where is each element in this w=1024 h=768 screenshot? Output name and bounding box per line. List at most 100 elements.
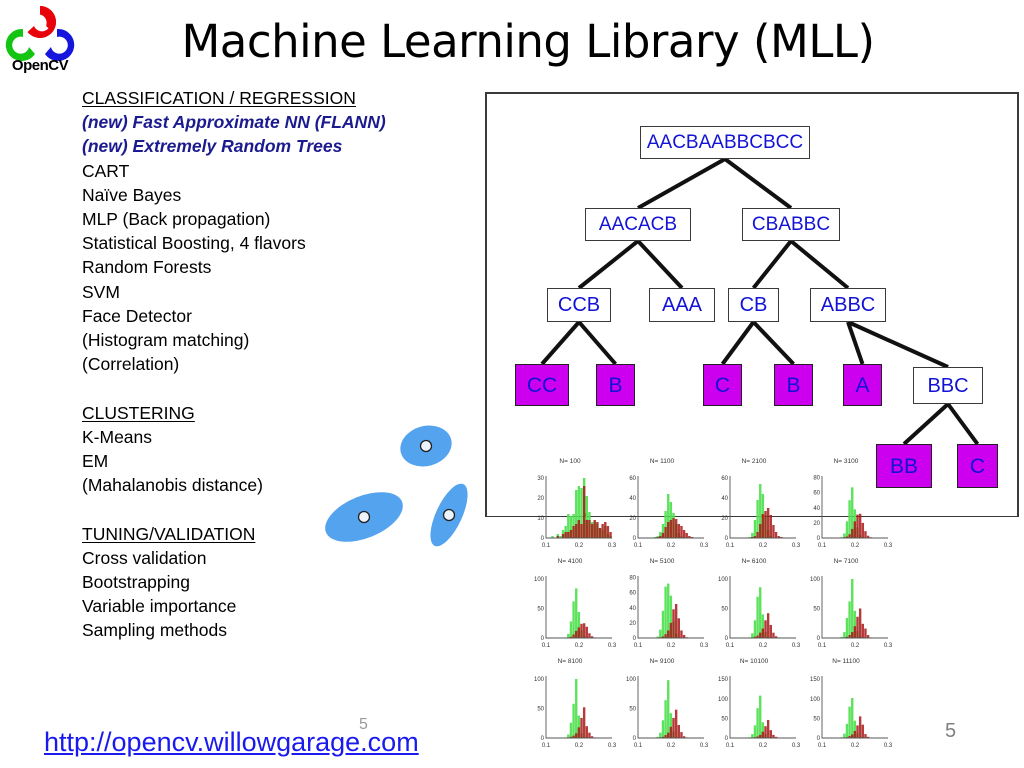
- algorithm-item: (new) Fast Approximate NN (FLANN): [82, 112, 386, 133]
- histogram-bar: [667, 583, 670, 638]
- histogram-svg: 0 20 40 60 80 0.1 0.2 0.3: [629, 576, 708, 649]
- histogram-ytick: 150: [810, 677, 821, 683]
- histogram-ytick: 100: [810, 697, 821, 703]
- opencv-url-link[interactable]: http://opencv.willowgarage.com: [44, 726, 419, 758]
- histogram-bar: [659, 629, 662, 638]
- histogram-ytick: 100: [626, 677, 637, 683]
- histogram-ytick: 100: [534, 577, 545, 583]
- tree-leaf-node: A: [843, 364, 882, 406]
- tree-internal-node: CCB: [547, 288, 611, 322]
- histogram-bar: [851, 697, 854, 738]
- histogram-ytick: 100: [718, 577, 729, 583]
- histogram-bar: [564, 532, 567, 538]
- histogram-xtick: 0.1: [726, 743, 735, 749]
- histogram-bar: [664, 586, 667, 638]
- histogram-bar: [661, 533, 665, 538]
- histogram-xtick: 0.3: [884, 543, 892, 549]
- histogram-panel: N= 7100 0 50 100 0.1 0.2 0.3: [800, 558, 892, 658]
- histogram-ytick: 80: [813, 476, 820, 482]
- histogram-bar: [582, 486, 586, 538]
- histogram-svg: 0 50 100 150 0.1 0.2 0.3: [810, 676, 892, 749]
- histogram-bar: [575, 678, 578, 738]
- histogram-title: N= 4100: [557, 558, 583, 565]
- section-heading: CLASSIFICATION / REGRESSION: [82, 88, 356, 108]
- tree-edge: [636, 239, 684, 290]
- algorithm-item: CART: [82, 160, 130, 181]
- histogram-bar: [682, 634, 686, 638]
- histogram-ytick: 0: [725, 536, 729, 542]
- histogram-bar: [585, 726, 588, 738]
- histogram-bar: [858, 608, 862, 638]
- histogram-panel: N= 3100 0 20 40 60 80 0.1 0.2 0.3: [800, 458, 892, 558]
- histogram-bar: [682, 530, 686, 538]
- algorithm-item: (new) Extremely Random Trees: [82, 136, 343, 157]
- histogram-bar: [572, 634, 575, 638]
- histogram-ytick: 0: [633, 636, 637, 642]
- histogram-ytick: 40: [813, 506, 820, 512]
- histogram-ytick: 50: [721, 606, 728, 612]
- histogram-bar: [677, 524, 680, 538]
- histogram-ytick: 0: [725, 636, 729, 642]
- histogram-bar: [861, 623, 864, 638]
- histogram-bar: [766, 719, 770, 738]
- cluster-ellipses-svg: [325, 425, 468, 547]
- histogram-xtick: 0.1: [634, 643, 643, 649]
- histogram-ytick: 0: [725, 736, 729, 742]
- histogram-ytick: 50: [537, 706, 544, 712]
- algorithm-item: Sampling methods: [82, 620, 227, 641]
- histogram-panel: N= 100 0 10 20 30 0.1 0.2 0.3: [524, 458, 616, 558]
- histogram-bar: [764, 726, 767, 738]
- histogram-xtick: 0.1: [542, 643, 551, 649]
- histogram-bar: [853, 521, 857, 538]
- histogram-xtick: 0.1: [542, 743, 551, 749]
- histogram-bar: [761, 628, 765, 638]
- histogram-bar: [674, 603, 678, 638]
- histogram-bar: [664, 527, 667, 538]
- tree-edge: [637, 157, 726, 210]
- histogram-bar: [848, 706, 851, 738]
- histogram-bar: [667, 680, 670, 738]
- histogram-ytick: 20: [721, 516, 728, 522]
- histogram-xtick: 0.1: [818, 743, 827, 749]
- histogram-panel: N= 9100 0 50 100 0.1 0.2 0.3: [616, 658, 708, 758]
- histogram-bar: [575, 630, 578, 638]
- opencv-logo: OpenCV: [2, 2, 78, 78]
- histogram-ytick: 60: [629, 591, 636, 597]
- histogram-bar: [598, 528, 602, 538]
- decision-tree-panel: AACBAABBCBCC AACACB CBABBC CCB AAA CB ABBC CC B C…: [485, 92, 1019, 517]
- histogram-svg: 0 20 40 60 80 0.1 0.2 0.3: [813, 476, 892, 549]
- histogram-bar: [582, 707, 586, 738]
- histogram-title: N= 8100: [557, 658, 583, 665]
- tree-internal-node: AACACB: [585, 208, 691, 241]
- histogram-bar: [672, 518, 675, 538]
- histogram-ytick: 20: [813, 521, 820, 527]
- histogram-ytick: 0: [633, 536, 637, 542]
- histogram-bar: [667, 522, 670, 538]
- histogram-bar: [759, 524, 762, 538]
- histogram-title: N= 2100: [741, 458, 767, 465]
- histogram-bar: [843, 632, 846, 638]
- histogram-ytick: 30: [537, 476, 544, 482]
- histogram-bar: [769, 730, 772, 738]
- histogram-svg: 0 50 100 0.1 0.2 0.3: [626, 676, 708, 749]
- tree-leaf-node: B: [596, 364, 635, 406]
- histogram-svg: 0 50 100 0.1 0.2 0.3: [810, 576, 892, 649]
- histogram-title: N= 7100: [833, 558, 859, 565]
- histogram-ytick: 0: [817, 736, 821, 742]
- histogram-bar: [858, 716, 862, 738]
- algorithm-item: Face Detector: [82, 305, 192, 326]
- histogram-xtick: 0.3: [792, 743, 800, 749]
- histogram-bar: [672, 609, 675, 638]
- histogram-bar: [680, 526, 683, 538]
- histogram-xtick: 0.2: [851, 543, 860, 549]
- histogram-ytick: 80: [629, 576, 636, 582]
- histogram-bar: [577, 627, 581, 638]
- histogram-bar: [759, 734, 762, 738]
- histogram-bar: [569, 621, 573, 638]
- histogram-bar: [856, 616, 859, 638]
- histogram-xtick: 0.3: [608, 543, 616, 549]
- histogram-bar: [753, 620, 757, 638]
- histogram-ytick: 100: [534, 677, 545, 683]
- histogram-bar: [843, 733, 846, 738]
- algorithm-list: CLASSIFICATION / REGRESSION (new) Fast Ap…: [82, 86, 472, 643]
